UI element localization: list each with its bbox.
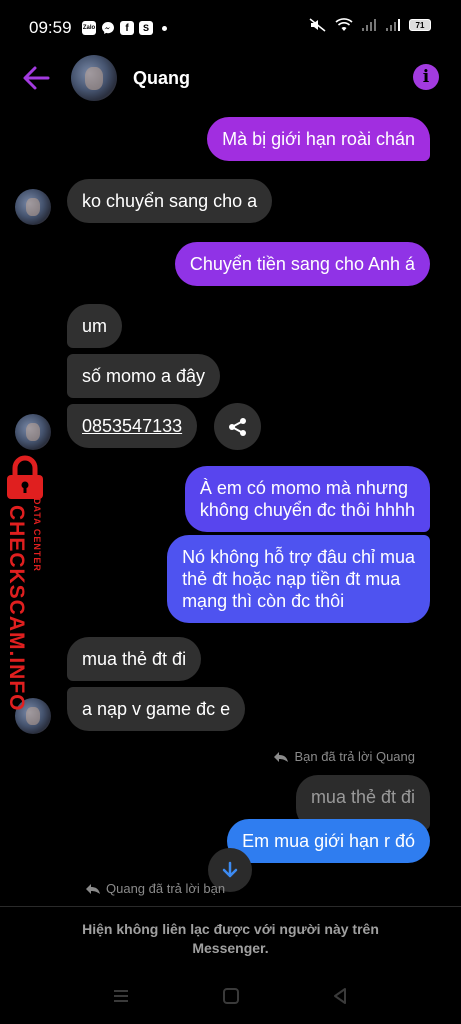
share-button[interactable] [214, 403, 261, 450]
home-nav-icon[interactable] [220, 985, 242, 1007]
message-incoming[interactable]: a nạp v game đc e [67, 687, 246, 731]
menu-nav-icon[interactable] [110, 985, 132, 1007]
message-incoming[interactable]: um [67, 304, 123, 348]
message-incoming[interactable]: ko chuyển sang cho a [67, 179, 273, 223]
status-time: 09:59 [29, 18, 72, 37]
system-nav-bar [0, 975, 461, 1015]
lock-icon [7, 455, 43, 499]
more-notifications-dot [162, 25, 167, 31]
info-icon[interactable]: i [413, 64, 439, 90]
reply-indicator: Bạn đã trả lời Quang [273, 749, 415, 764]
message-incoming-phone-link[interactable]: 0853547133 [67, 404, 198, 448]
message-outgoing[interactable]: Mà bị giới hạn roài chán [207, 117, 430, 161]
reply-indicator-text: Quang đã trả lời bạn [106, 881, 226, 896]
notification-icons: Zalo f S [82, 21, 167, 35]
message-outgoing[interactable]: Chuyển tiền sang cho Anh á [174, 242, 430, 286]
mute-icon [309, 18, 326, 32]
wifi-icon [335, 18, 353, 31]
watermark: CHECKSCAM.INFO [0, 455, 50, 712]
contact-name[interactable]: Quang [133, 68, 190, 89]
status-indicators: 71 [309, 18, 431, 32]
battery-indicator: 71 [409, 19, 431, 31]
contact-avatar-small[interactable] [15, 414, 51, 450]
reply-icon [274, 751, 289, 762]
reply-indicator: Quang đã trả lời bạn [85, 881, 225, 896]
blocked-notice: Hiện không liên lạc được với người này t… [82, 921, 379, 956]
message-outgoing[interactable]: Nó không hỗ trợ đâu chỉ mua thẻ đt hoặc … [167, 535, 430, 623]
contact-avatar[interactable] [71, 55, 117, 101]
signal-icon-2 [386, 19, 400, 31]
contact-avatar-small[interactable] [15, 189, 51, 225]
watermark-sub: DATA CENTER [32, 498, 42, 572]
message-incoming[interactable]: số momo a đây [67, 354, 221, 398]
shopee-icon: S [139, 21, 153, 35]
message-outgoing[interactable]: À em có momo mà nhưng không chuyển đc th… [184, 466, 430, 532]
back-nav-icon[interactable] [329, 985, 351, 1007]
reply-indicator-text: Bạn đã trả lời Quang [294, 749, 415, 764]
message-outgoing[interactable]: Em mua giới hạn r đó [227, 819, 430, 863]
watermark-brand: CHECKSCAM.INFO [5, 505, 28, 712]
arrow-down-icon [222, 861, 238, 878]
reply-icon [86, 883, 100, 894]
message-incoming[interactable]: mua thẻ đt đi [67, 637, 202, 681]
zalo-icon: Zalo [82, 21, 96, 35]
footer-divider [0, 906, 461, 907]
back-button[interactable] [20, 62, 52, 94]
signal-icon [362, 19, 376, 31]
status-bar: 09:59 Zalo f S 71 [0, 0, 461, 56]
facebook-icon: f [120, 21, 134, 35]
messenger-icon [102, 22, 114, 34]
share-icon [228, 417, 246, 436]
conversation-header: Quang i [0, 55, 461, 101]
